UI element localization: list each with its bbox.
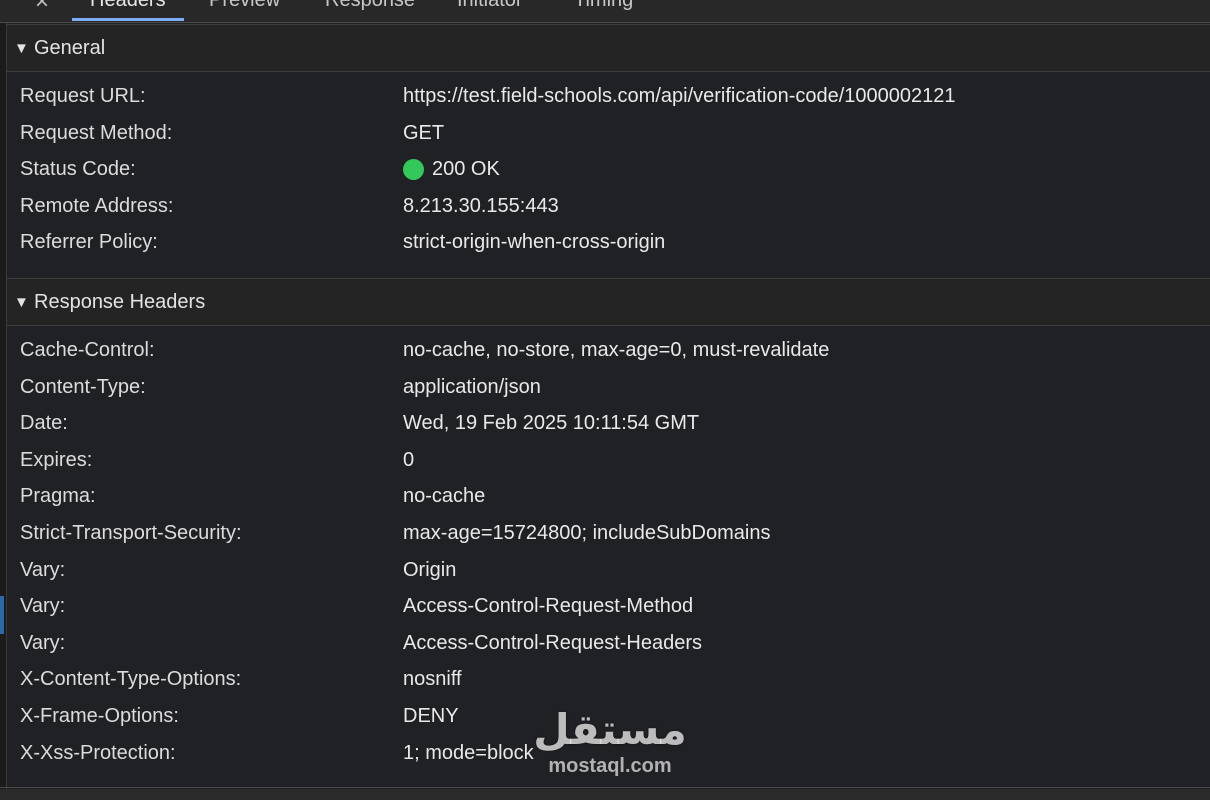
header-value: no-cache, no-store, max-age=0, must-reva… <box>403 339 830 361</box>
tab-preview[interactable]: Preview <box>209 0 280 12</box>
general-section: ▼ General Request URL: https://test.fiel… <box>7 24 1210 261</box>
header-row: Content-Type: application/json <box>7 369 1210 406</box>
header-row: Request URL: https://test.field-schools.… <box>7 78 1210 115</box>
close-panel-button[interactable]: × <box>28 0 56 18</box>
header-row: Remote Address: 8.213.30.155:443 <box>7 188 1210 225</box>
tab-headers[interactable]: Headers <box>72 0 184 21</box>
collapse-triangle-icon: ▼ <box>14 293 29 311</box>
header-row: Request Method: GET <box>7 115 1210 152</box>
devtools-network-headers-panel: × Headers Preview Response Initiator Tim… <box>0 0 1210 800</box>
header-row: Date: Wed, 19 Feb 2025 10:11:54 GMT <box>7 405 1210 442</box>
header-row: Vary: Access-Control-Request-Method <box>7 588 1210 625</box>
header-key: Content-Type: <box>20 375 146 398</box>
header-key: Cache-Control: <box>20 339 155 361</box>
header-row: X-Frame-Options: DENY <box>7 698 1210 735</box>
general-section-header[interactable]: ▼ General <box>7 24 1210 72</box>
status-ok-icon <box>403 158 424 180</box>
header-value: 8.213.30.155:443 <box>403 188 559 225</box>
header-row: Status Code: 200 OK <box>7 151 1210 188</box>
request-method-value: GET <box>403 121 445 144</box>
bottom-divider <box>0 787 1210 788</box>
left-resize-strip[interactable] <box>0 0 7 800</box>
header-row: Expires: 0 <box>7 442 1210 479</box>
header-key: Request Method: <box>20 121 173 144</box>
request-url-value: https://test.field-schools.com/api/verif… <box>403 85 956 107</box>
bottom-status-bar <box>0 789 1210 800</box>
header-key: X-Content-Type-Options: <box>20 668 242 691</box>
header-value: Wed, 19 Feb 2025 10:11:54 GMT <box>403 412 700 435</box>
header-key: Pragma: <box>20 485 96 508</box>
header-value: 200 OK <box>403 151 500 188</box>
tab-timing[interactable]: Timing <box>574 0 633 12</box>
header-row: Pragma: no-cache <box>7 478 1210 515</box>
header-value: max-age=15724800; includeSubDomains <box>403 521 771 544</box>
response-header-rows: Cache-Control: no-cache, no-store, max-ag… <box>7 326 1210 771</box>
section-title: Response Headers <box>34 290 206 313</box>
header-row: Strict-Transport-Security: max-age=157248… <box>7 515 1210 552</box>
header-key: Remote Address: <box>20 194 174 217</box>
header-value: Origin <box>403 558 457 581</box>
header-key: Date: <box>20 412 68 435</box>
header-value: application/json <box>403 375 541 398</box>
header-value: 0 <box>403 448 415 471</box>
tab-initiator[interactable]: Initiator <box>457 0 523 12</box>
header-row: Vary: Access-Control-Request-Headers <box>7 625 1210 662</box>
remote-address-value: 8.213.30.155:443 <box>403 194 559 217</box>
header-key: Referrer Policy: <box>20 231 158 254</box>
header-key: Status Code: <box>20 158 136 181</box>
header-value: https://test.field-schools.com/api/verif… <box>403 78 956 115</box>
status-code-value: 200 OK <box>432 158 500 181</box>
referrer-policy-value: strict-origin-when-cross-origin <box>403 231 666 254</box>
header-key: Expires: <box>20 448 93 471</box>
response-headers-section-header[interactable]: ▼ Response Headers <box>7 278 1210 326</box>
header-key: Vary: <box>20 558 66 581</box>
header-key: Vary: <box>20 631 66 654</box>
tab-response[interactable]: Response <box>325 0 415 12</box>
header-row: Cache-Control: no-cache, no-store, max-ag… <box>7 332 1210 369</box>
header-value: Access-Control-Request-Headers <box>403 631 703 654</box>
header-value: no-cache <box>403 485 486 508</box>
response-headers-section: ▼ Response Headers Cache-Control: no-cach… <box>7 278 1210 771</box>
header-row: Referrer Policy: strict-origin-when-cros… <box>7 224 1210 261</box>
collapse-triangle-icon: ▼ <box>14 39 29 57</box>
header-key: Request URL: <box>20 85 146 107</box>
header-value: Access-Control-Request-Method <box>403 595 694 618</box>
header-key: Vary: <box>20 595 66 618</box>
header-row: X-Xss-Protection: 1; mode=block <box>7 735 1210 772</box>
header-value: nosniff <box>403 668 462 691</box>
header-key: X-Xss-Protection: <box>20 741 176 764</box>
header-value: DENY <box>403 704 459 727</box>
close-icon: × <box>34 0 49 15</box>
section-title: General <box>34 36 106 59</box>
header-value: strict-origin-when-cross-origin <box>403 224 665 261</box>
header-row: X-Content-Type-Options: nosniff <box>7 661 1210 698</box>
detail-tab-bar: × Headers Preview Response Initiator Tim… <box>0 0 1210 23</box>
header-key: Strict-Transport-Security: <box>20 521 242 544</box>
header-value: GET <box>403 115 444 152</box>
header-value: 1; mode=block <box>403 741 534 764</box>
selected-request-marker <box>0 596 4 634</box>
general-rows: Request URL: https://test.field-schools.… <box>7 72 1210 261</box>
header-row: Vary: Origin <box>7 552 1210 589</box>
header-key: X-Frame-Options: <box>20 704 179 727</box>
